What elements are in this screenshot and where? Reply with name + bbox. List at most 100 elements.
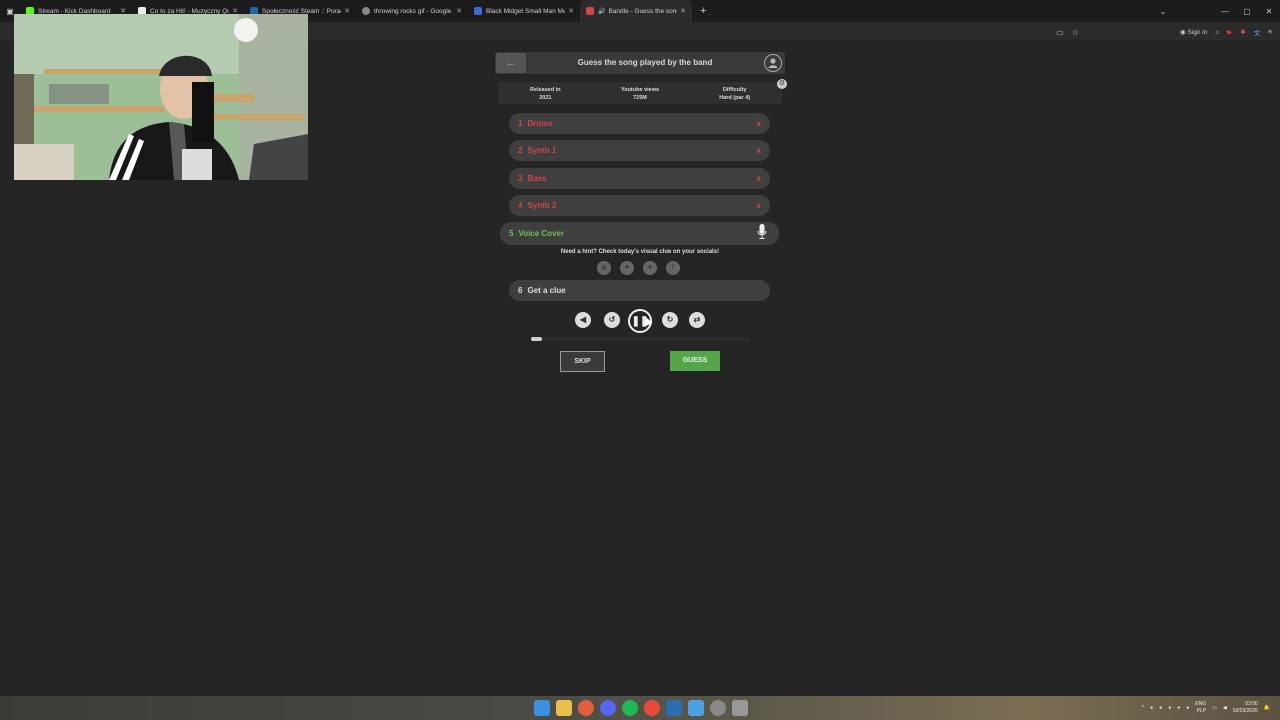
close-tab-icon[interactable]: ✕: [680, 7, 686, 15]
stem-label: Voice Cover: [518, 229, 565, 238]
spotify-icon[interactable]: [622, 700, 638, 716]
stem-label: Synth 1: [527, 146, 557, 155]
windows-taskbar: ^ ● ● ● ● ● ENG PLP ▭ ◀ 03:00 02/03/2026…: [0, 696, 1280, 720]
steam-icon[interactable]: [666, 700, 682, 716]
webcam-image: [14, 14, 308, 180]
settings-gear-icon[interactable]: ⚙: [777, 79, 787, 89]
taskbar-apps: [534, 700, 748, 716]
page-title: Guess the song played by the band: [577, 58, 713, 67]
audio-playing-icon[interactable]: 🔊: [598, 8, 605, 15]
clue-number: 6: [518, 286, 523, 295]
close-tab-icon[interactable]: ✕: [456, 7, 462, 15]
guess-button[interactable]: GUESS: [670, 351, 720, 371]
firefox-icon[interactable]: [578, 700, 594, 716]
menu-icon[interactable]: ≡: [1268, 29, 1272, 36]
stem-label: Synth 2: [527, 201, 557, 210]
start-icon[interactable]: [534, 700, 550, 716]
difficulty-label: Difficulty: [722, 87, 747, 93]
tray-app-icon[interactable]: ●: [1177, 705, 1180, 711]
shuffle-icon[interactable]: ⇄: [689, 312, 705, 328]
stem-row-drums[interactable]: 1 Drums x: [509, 113, 770, 134]
stem-number: 1: [518, 119, 523, 128]
get-clue-row[interactable]: 6 Get a clue: [509, 280, 770, 301]
stem-row-synth-2[interactable]: 4 Synth 2 x: [509, 195, 770, 216]
difficulty-value: Hard (par 4): [719, 95, 751, 101]
bluesky-icon[interactable]: ✦: [620, 261, 634, 275]
volume-icon[interactable]: ◀: [575, 312, 591, 328]
minimize-icon[interactable]: —: [1214, 7, 1236, 16]
back-button[interactable]: ←: [496, 53, 526, 73]
facebook-icon[interactable]: f: [666, 261, 680, 275]
youtube-extension-icon[interactable]: ▶: [1227, 28, 1232, 36]
language-indicator[interactable]: ENG PLP: [1195, 701, 1206, 715]
difficulty-info: Difficulty Hard (par 4): [687, 82, 782, 104]
stem-label: Drums: [527, 119, 553, 128]
profile-button[interactable]: [764, 54, 782, 72]
stem-row-synth-1[interactable]: 2 Synth 1 x: [509, 140, 770, 161]
clock-time: 03:00: [1245, 701, 1258, 707]
address-bar-actions: ▭ ☆: [1056, 22, 1079, 42]
translate-extension-icon[interactable]: 文: [1254, 27, 1261, 37]
bookmark-star-icon[interactable]: ☆: [1072, 28, 1079, 37]
new-tab-button[interactable]: +: [700, 5, 706, 17]
clue-label: Get a clue: [527, 286, 566, 295]
tab-title: Black Midget Small Man Meme: [486, 7, 566, 15]
notifications-icon[interactable]: 🔔: [1264, 705, 1270, 711]
browser-tab[interactable]: throwing rocks gif - Google Search✕: [356, 0, 468, 22]
failed-x-icon: x: [756, 201, 761, 210]
tab-title: throwing rocks gif - Google Search: [374, 7, 453, 15]
home-icon[interactable]: ⌂: [1215, 29, 1219, 36]
stem-row-voice-cover[interactable]: 5 Voice Cover: [500, 222, 779, 245]
skip-button[interactable]: SKIP: [560, 351, 605, 372]
obs-icon[interactable]: [710, 700, 726, 716]
language-code: ENG: [1195, 701, 1207, 707]
discord-icon[interactable]: [600, 700, 616, 716]
stem-number: 2: [518, 146, 523, 155]
rewind-icon[interactable]: ↺: [604, 312, 620, 328]
sign-in-label: Sign in: [1187, 29, 1208, 36]
maximize-icon[interactable]: ▢: [1236, 7, 1258, 16]
window-controls: ⌄ — ▢ ✕: [1152, 0, 1280, 22]
stem-number: 5: [509, 229, 514, 238]
forward-icon[interactable]: ↻: [662, 312, 678, 328]
stem-row-bass[interactable]: 3 Bass x: [509, 168, 770, 189]
sign-in-button[interactable]: ◉ Sign in: [1180, 28, 1207, 36]
playback-progress-fill: [531, 337, 542, 341]
playback-progress-bar[interactable]: [531, 337, 749, 341]
browser-tab-active[interactable]: 🔊Bandle - Guess the song, one✕: [580, 0, 692, 22]
extension-icon[interactable]: ✱: [1240, 28, 1245, 36]
keyboard-layout: PLP: [1196, 708, 1207, 714]
bandle-favicon-icon: [586, 7, 594, 15]
app-icon[interactable]: [732, 700, 748, 716]
close-window-icon[interactable]: ✕: [1258, 7, 1280, 16]
tray-app-icon[interactable]: ●: [1168, 705, 1171, 711]
telegram-icon[interactable]: [688, 700, 704, 716]
stem-number: 3: [518, 174, 523, 183]
network-icon[interactable]: ▭: [1212, 705, 1217, 711]
google-favicon-icon: [362, 7, 370, 15]
stem-label: Bass: [527, 174, 547, 183]
stem-number: 4: [518, 201, 523, 210]
tab-search-icon[interactable]: ⌄: [1152, 7, 1174, 16]
browser-tab[interactable]: Black Midget Small Man Meme✕: [468, 0, 580, 22]
speaker-icon[interactable]: ◀: [1223, 705, 1227, 711]
file-explorer-icon[interactable]: [556, 700, 572, 716]
close-tab-icon[interactable]: ✕: [344, 7, 350, 15]
tab-title: Bandle - Guess the song, one: [608, 7, 677, 15]
arrow-left-icon: ←: [505, 57, 517, 69]
tray-app-icon[interactable]: ●: [1159, 705, 1162, 711]
clock[interactable]: 03:00 02/03/2026: [1233, 701, 1258, 715]
toolbar-actions: ◉ Sign in ⌂ ▶ ✱ 文 ≡: [1180, 22, 1272, 42]
browser-app-icon[interactable]: [644, 700, 660, 716]
tray-app-icon[interactable]: ●: [1186, 705, 1189, 711]
twitter-icon[interactable]: ✈: [643, 261, 657, 275]
views-info: Youtube views 725M: [593, 82, 688, 104]
close-tab-icon[interactable]: ✕: [568, 7, 574, 15]
reader-mode-icon[interactable]: ▭: [1056, 28, 1064, 37]
instagram-icon[interactable]: ◎: [597, 261, 611, 275]
released-info: Released in 2021: [498, 82, 593, 104]
tray-app-icon[interactable]: ●: [1150, 705, 1153, 711]
views-label: Youtube views: [620, 87, 660, 93]
tray-chevron-icon[interactable]: ^: [1142, 705, 1144, 711]
released-label: Released in: [530, 87, 561, 93]
